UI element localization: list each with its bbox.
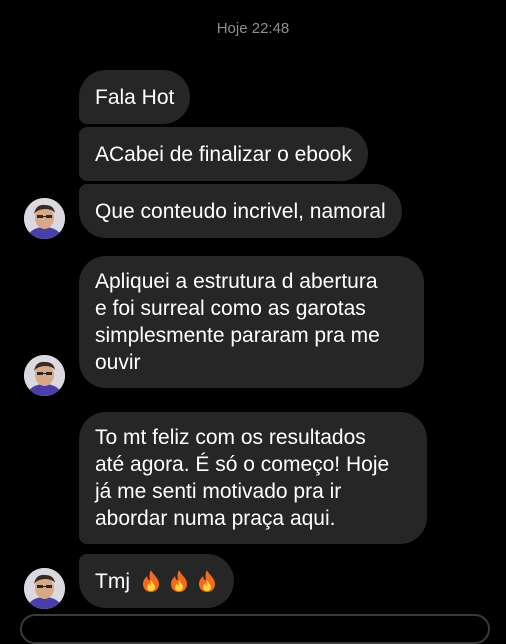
message-bubble[interactable]: Que conteudo incrivel, namoral bbox=[79, 184, 402, 238]
avatar-image bbox=[24, 355, 65, 396]
message-line: ouvir bbox=[95, 351, 141, 374]
fire-icon bbox=[171, 570, 187, 592]
fire-icon bbox=[199, 570, 215, 592]
message-text: ACabei de finalizar o ebook bbox=[95, 142, 352, 166]
message-timestamp: Hoje 22:48 bbox=[216, 20, 290, 37]
avatar[interactable] bbox=[24, 568, 65, 609]
message-line: Apliquei a estrutura d abertura bbox=[95, 270, 378, 293]
message-bubble[interactable]: ACabei de finalizar o ebook bbox=[79, 127, 368, 181]
avatar[interactable] bbox=[24, 355, 65, 396]
message-composer[interactable] bbox=[20, 614, 490, 644]
message-text: Que conteudo incrivel, namoral bbox=[95, 199, 386, 223]
message-line: To mt feliz com os resultados bbox=[95, 426, 366, 449]
fire-icon bbox=[143, 570, 159, 592]
chat-thread[interactable]: Hoje 22:48 Fala Hot ACabei de finalizar … bbox=[0, 0, 506, 644]
message-line: abordar numa praça aqui. bbox=[95, 507, 336, 530]
message-text: Fala Hot bbox=[95, 85, 175, 109]
message-bubble[interactable]: Apliquei a estrutura d abertura e foi su… bbox=[79, 256, 424, 388]
message-bubble[interactable]: Fala Hot bbox=[79, 70, 191, 124]
message-line: já me senti motivado pra ir bbox=[95, 480, 342, 503]
avatar[interactable] bbox=[24, 198, 65, 239]
message-line: simplesmente pararam pra me bbox=[95, 324, 380, 347]
message-bubble[interactable]: To mt feliz com os resultados até agora.… bbox=[79, 412, 427, 544]
message-text: Tmj bbox=[95, 569, 130, 593]
message-line: e foi surreal como as garotas bbox=[95, 297, 366, 320]
avatar-image bbox=[24, 198, 65, 239]
message-bubble[interactable]: Tmj bbox=[79, 554, 234, 608]
avatar-image bbox=[24, 568, 65, 609]
message-line: até agora. É só o começo! Hoje bbox=[95, 453, 390, 476]
